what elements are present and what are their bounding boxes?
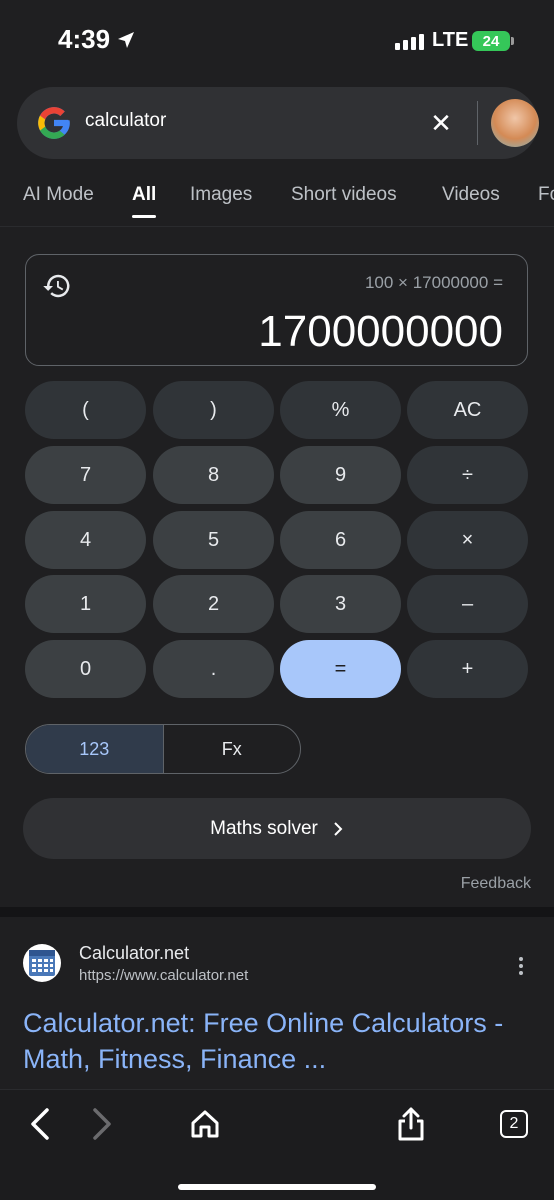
tab-short-videos[interactable]: Short videos (291, 184, 397, 206)
mode-advanced-button[interactable]: Fx (164, 725, 301, 773)
key-3[interactable]: 3 (280, 575, 401, 633)
tabs-switcher-icon[interactable]: 2 (496, 1106, 532, 1142)
maths-solver-button[interactable]: Maths solver (23, 798, 531, 859)
maths-solver-label: Maths solver (210, 817, 318, 839)
tab-videos[interactable]: Videos (442, 184, 500, 206)
chevron-right-icon (334, 821, 343, 836)
site-favicon-icon (23, 944, 61, 982)
forward-icon[interactable] (84, 1106, 120, 1142)
key-6[interactable]: 6 (280, 511, 401, 569)
key-open-paren[interactable]: ( (25, 381, 146, 439)
location-arrow-icon (118, 31, 135, 48)
key-divide[interactable]: ÷ (407, 446, 528, 504)
key-2[interactable]: 2 (153, 575, 274, 633)
status-bar: 4:39 LTE 24 (0, 0, 554, 80)
feedback-link[interactable]: Feedback (461, 875, 531, 893)
share-icon[interactable] (393, 1106, 429, 1142)
more-options-icon[interactable] (514, 957, 528, 977)
battery-level: 24 (482, 32, 500, 50)
key-1[interactable]: 1 (25, 575, 146, 633)
key-0[interactable]: 0 (25, 640, 146, 698)
calculator-display: 100 × 17000000 = 1700000000 (25, 254, 528, 366)
network-label: LTE (432, 29, 469, 51)
tab-count: 2 (500, 1110, 528, 1138)
calculator-result: 1700000000 (258, 307, 503, 356)
battery-icon: 24 (472, 31, 514, 51)
result-title-link[interactable]: Calculator.net: Free Online Calculators … (23, 1005, 533, 1077)
search-divider (477, 101, 478, 145)
active-tab-indicator (132, 215, 156, 218)
history-icon[interactable] (42, 271, 72, 301)
key-all-clear[interactable]: AC (407, 381, 528, 439)
key-5[interactable]: 5 (153, 511, 274, 569)
section-divider (0, 907, 554, 917)
tab-ai-mode[interactable]: AI Mode (23, 184, 94, 206)
result-site-name[interactable]: Calculator.net (79, 943, 189, 964)
tab-images[interactable]: Images (190, 184, 252, 206)
calculator-mode-toggle: 123 Fx (25, 724, 301, 774)
signal-icon (395, 34, 424, 50)
clear-search-icon[interactable]: ✕ (427, 109, 455, 137)
home-icon[interactable] (187, 1106, 223, 1142)
key-multiply[interactable]: × (407, 511, 528, 569)
key-8[interactable]: 8 (153, 446, 274, 504)
calculator-widget: 100 × 17000000 = 1700000000 ( ) % AC 7 8… (0, 227, 554, 907)
browser-toolbar: 2 (0, 1089, 554, 1200)
key-percent[interactable]: % (280, 381, 401, 439)
calculator-expression: 100 × 17000000 = (364, 273, 503, 292)
search-result: Calculator.net https://www.calculator.ne… (0, 917, 554, 1089)
tab-all[interactable]: All (132, 184, 156, 206)
key-equals[interactable]: = (280, 640, 401, 698)
key-7[interactable]: 7 (25, 446, 146, 504)
key-close-paren[interactable]: ) (153, 381, 274, 439)
google-logo-icon (38, 107, 70, 139)
key-decimal[interactable]: . (153, 640, 274, 698)
profile-avatar[interactable] (491, 99, 539, 147)
key-subtract[interactable]: – (407, 575, 528, 633)
mode-basic-button[interactable]: 123 (26, 725, 164, 773)
time-text: 4:39 (58, 24, 111, 54)
search-tabs: AI Mode All Images Short videos Videos F… (0, 163, 554, 227)
tab-more[interactable]: Fo (538, 184, 554, 206)
status-time: 4:39 (58, 24, 136, 55)
search-input[interactable]: calculator (85, 110, 166, 132)
key-4[interactable]: 4 (25, 511, 146, 569)
result-title-line-1: Calculator.net: Free Online Calculators … (23, 1008, 504, 1038)
key-add[interactable]: + (407, 640, 528, 698)
home-indicator[interactable] (178, 1184, 376, 1190)
result-url[interactable]: https://www.calculator.net (79, 967, 248, 984)
key-9[interactable]: 9 (280, 446, 401, 504)
result-title-line-2: Math, Fitness, Finance ... (23, 1044, 327, 1074)
search-bar[interactable]: calculator ✕ (17, 87, 539, 159)
back-icon[interactable] (22, 1106, 58, 1142)
